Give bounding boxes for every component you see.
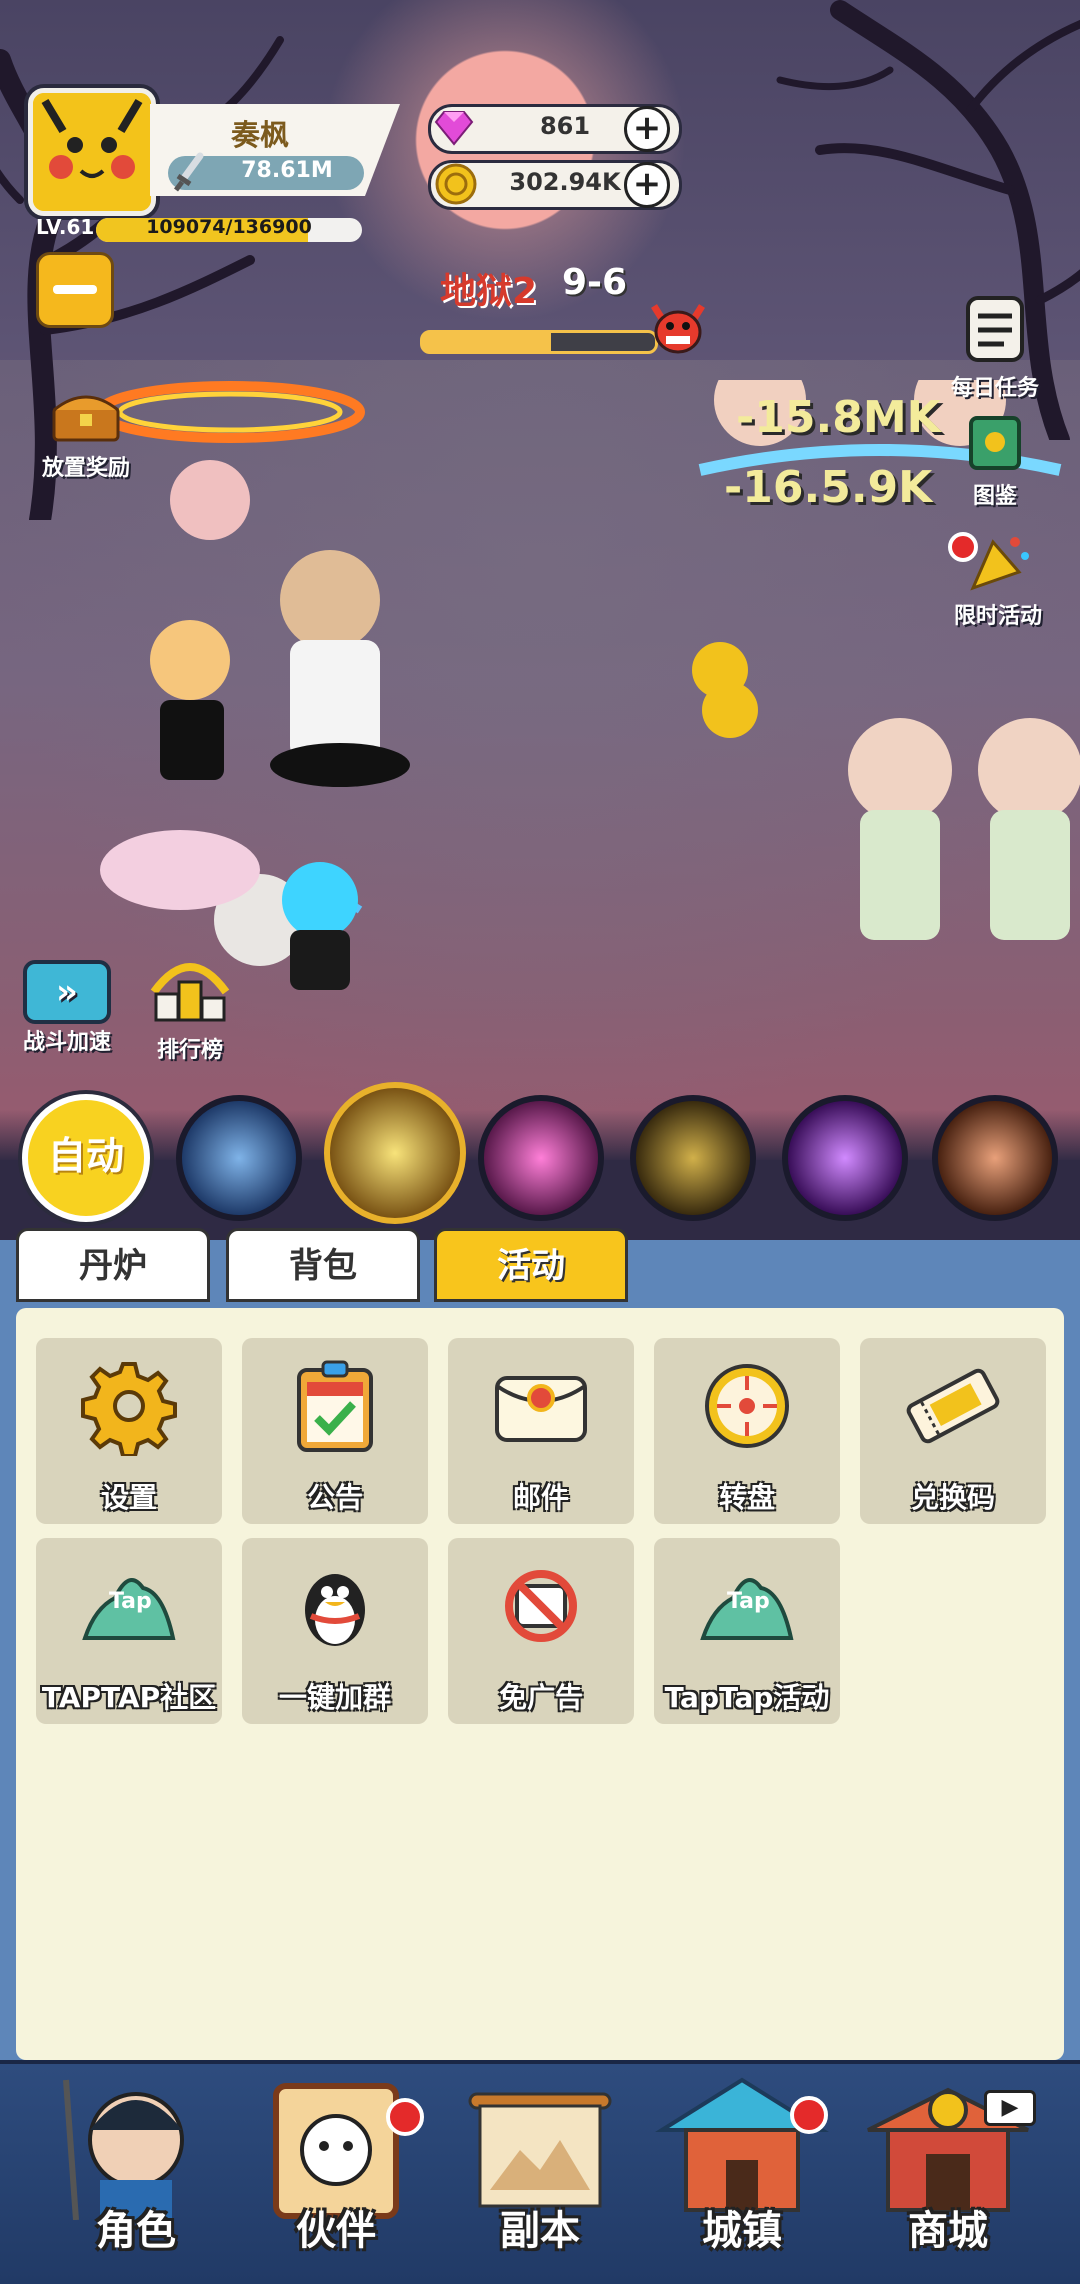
codex-book-icon — [969, 416, 1021, 470]
wheel-tile[interactable]: 转盘 — [654, 1338, 840, 1524]
task-list-icon — [966, 296, 1024, 362]
tab-furnace[interactable]: 丹炉 — [16, 1228, 210, 1302]
ticket-icon — [906, 1368, 1000, 1444]
damage-number: -16.5.9K — [724, 462, 933, 513]
taptap-icon: Tap — [82, 1578, 176, 1640]
notification-badge — [948, 532, 978, 562]
svg-text:Tap: Tap — [109, 1589, 152, 1614]
leaderboard-label: 排行榜 — [156, 1038, 223, 1063]
wheel-label: 转盘 — [718, 1481, 775, 1514]
nav-character-label: 角色 — [96, 2208, 176, 2254]
settings-label: 设置 — [100, 1481, 157, 1514]
stage-number: 9-6 — [562, 262, 628, 303]
taptap-community-tile[interactable]: Tap TAPTAP社区 — [36, 1538, 222, 1724]
auto-skill-button[interactable]: 自动 — [22, 1094, 150, 1222]
damage-number: -15.8MK — [736, 392, 941, 443]
gear-icon — [81, 1362, 177, 1456]
nav-partner-label: 伙伴 — [296, 2208, 376, 2254]
partner-notification-badge — [386, 2098, 424, 2136]
fast-forward-icon: » — [23, 960, 111, 1024]
player-name: 奏枫 — [230, 118, 289, 152]
svg-text:Tap: Tap — [727, 1589, 770, 1614]
daily-tasks-button[interactable]: 每日任务 — [932, 294, 1058, 402]
idle-reward-button[interactable]: 放置奖励 — [24, 388, 148, 482]
join-group-tile[interactable]: 一键加群 — [242, 1538, 428, 1724]
no-ads-tile[interactable]: 免广告 — [448, 1538, 634, 1724]
codex-label: 图鉴 — [972, 484, 1017, 509]
settings-tile[interactable]: 设置 — [36, 1338, 222, 1524]
mail-icon — [495, 1376, 587, 1442]
skill-void-burst[interactable] — [782, 1095, 908, 1221]
limited-event-button[interactable]: 限时活动 — [936, 532, 1060, 630]
town-notification-badge — [790, 2096, 828, 2134]
stage-name: 地狱2 — [440, 271, 538, 312]
leaderboard-button[interactable]: 排行榜 — [138, 952, 242, 1064]
sword-icon — [174, 152, 204, 192]
video-ad-icon: ▶ — [984, 2090, 1036, 2126]
battle-speed-button[interactable]: » 战斗加速 — [14, 960, 120, 1056]
exp-text: 109074/136900 — [146, 216, 312, 238]
notice-label: 公告 — [306, 1481, 363, 1514]
wheel-icon — [705, 1364, 789, 1448]
limited-event-label: 限时活动 — [953, 604, 1042, 629]
join-group-label: 一键加群 — [278, 1681, 391, 1714]
mail-label: 邮件 — [512, 1481, 569, 1514]
nav-shop-label: 商城 — [908, 2208, 988, 2254]
skill-tornado[interactable] — [932, 1095, 1058, 1221]
skill-vortex[interactable] — [478, 1095, 604, 1221]
tab-backpack[interactable]: 背包 — [226, 1228, 420, 1302]
menu-collapse-button[interactable] — [36, 252, 114, 328]
diamond-icon — [434, 111, 474, 146]
battle-speed-label: 战斗加速 — [22, 1030, 111, 1055]
tab-activity[interactable]: 活动 — [434, 1228, 628, 1302]
nav-town[interactable]: 城镇 — [642, 2070, 842, 2270]
taptap-activity-label: TapTap活动 — [664, 1681, 830, 1714]
codex-button[interactable]: 图鉴 — [952, 412, 1038, 510]
nav-character[interactable]: 角色 — [36, 2070, 236, 2270]
notice-tile[interactable]: 公告 — [242, 1338, 428, 1524]
player-level: LV.61 — [36, 215, 95, 239]
skill-lightning-pillar[interactable] — [176, 1095, 302, 1221]
hero-party — [95, 381, 410, 990]
taptap-community-label: TAPTAP社区 — [41, 1681, 217, 1714]
no-ads-label: 免广告 — [498, 1681, 583, 1714]
nav-dungeon-label: 副本 — [500, 2208, 580, 2254]
add-gold-button[interactable]: + — [624, 162, 670, 208]
add-gems-button[interactable]: + — [624, 106, 670, 152]
skill-thunder-strike[interactable] — [324, 1082, 466, 1224]
redeem-code-tile[interactable]: 兑换码 — [860, 1338, 1046, 1524]
stage-progress-fill — [423, 333, 551, 351]
treasure-chest-icon — [52, 395, 120, 442]
redeem-code-label: 兑换码 — [910, 1481, 995, 1514]
nav-dungeon[interactable]: 副本 — [440, 2070, 640, 2270]
nav-town-label: 城镇 — [702, 2208, 782, 2254]
gem-value: 861 — [539, 112, 591, 140]
taptap-icon: Tap — [700, 1578, 794, 1640]
notice-board-icon — [297, 1360, 373, 1452]
nav-partner[interactable]: 伙伴 — [236, 2070, 436, 2270]
gold-value: 302.94K — [509, 168, 621, 196]
mail-tile[interactable]: 邮件 — [448, 1338, 634, 1524]
player-avatar[interactable] — [28, 88, 156, 216]
qq-penguin-icon — [305, 1574, 365, 1646]
idle-reward-label: 放置奖励 — [41, 456, 130, 481]
taptap-activity-tile[interactable]: Tap TapTap活动 — [654, 1538, 840, 1724]
daily-tasks-label: 每日任务 — [950, 376, 1039, 401]
no-ads-icon — [505, 1570, 577, 1642]
gold-coin-icon — [435, 163, 477, 205]
skill-sword-rain[interactable] — [630, 1095, 756, 1221]
nav-shop[interactable]: ▶ 商城 — [848, 2070, 1048, 2270]
boss-demon-icon — [651, 304, 705, 354]
combat-power-value: 78.61M — [241, 158, 333, 183]
pikachu-avatar-icon — [33, 93, 151, 211]
stage-progress-bar — [420, 330, 658, 354]
trophy-podium-icon — [150, 963, 230, 1022]
